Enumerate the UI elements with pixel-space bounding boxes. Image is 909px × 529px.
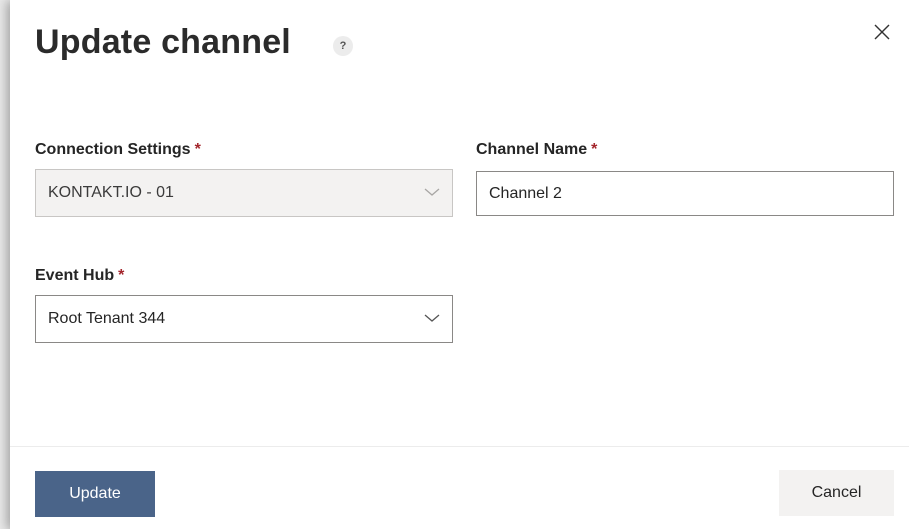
help-icon[interactable]: ? bbox=[333, 36, 353, 56]
footer-divider bbox=[10, 446, 909, 447]
update-channel-dialog: Update channel ? Connection Settings * KO… bbox=[10, 0, 909, 529]
channel-name-label-text: Channel Name bbox=[476, 141, 588, 158]
connection-settings-select[interactable]: KONTAKT.IO - 01 bbox=[35, 169, 453, 217]
connection-settings-label-text: Connection Settings bbox=[35, 141, 191, 158]
channel-name-input[interactable]: Channel 2 bbox=[476, 171, 894, 216]
channel-name-label: Channel Name * bbox=[476, 140, 597, 160]
event-hub-value: Root Tenant 344 bbox=[48, 310, 166, 327]
cancel-button[interactable]: Cancel bbox=[779, 470, 894, 516]
chevron-down-icon bbox=[424, 314, 440, 322]
required-marker: * bbox=[118, 267, 125, 284]
chevron-down-icon bbox=[424, 188, 440, 196]
required-marker: * bbox=[591, 141, 598, 158]
connection-settings-value: KONTAKT.IO - 01 bbox=[48, 184, 174, 201]
close-icon[interactable] bbox=[870, 20, 894, 44]
event-hub-label-text: Event Hub bbox=[35, 267, 115, 284]
event-hub-label: Event Hub * bbox=[35, 266, 124, 286]
event-hub-select[interactable]: Root Tenant 344 bbox=[35, 295, 453, 343]
channel-name-value: Channel 2 bbox=[489, 185, 562, 202]
update-button[interactable]: Update bbox=[35, 471, 155, 517]
close-icon-glyph bbox=[874, 24, 890, 40]
connection-settings-label: Connection Settings * bbox=[35, 140, 201, 160]
required-marker: * bbox=[194, 141, 201, 158]
dialog-title: Update channel bbox=[35, 23, 291, 61]
